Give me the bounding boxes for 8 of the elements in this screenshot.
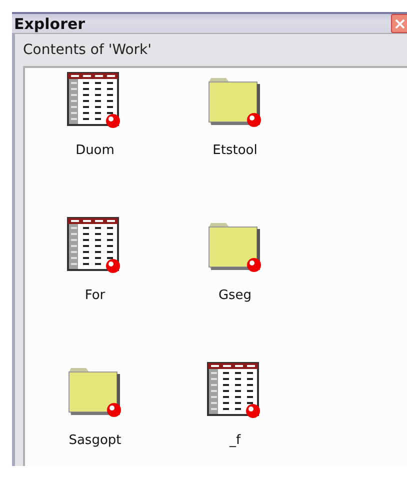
item-label[interactable]: Sasgopt (68, 433, 122, 448)
item-label[interactable]: Gseg (218, 288, 252, 303)
item-label[interactable]: For (84, 288, 106, 303)
window-title: Explorer (13, 14, 86, 32)
item-label[interactable]: _f (229, 433, 241, 448)
item-label[interactable]: Duom (76, 143, 114, 158)
item-label[interactable]: Etstool (212, 143, 258, 158)
contents-label: Contents of 'Work' (23, 42, 153, 60)
